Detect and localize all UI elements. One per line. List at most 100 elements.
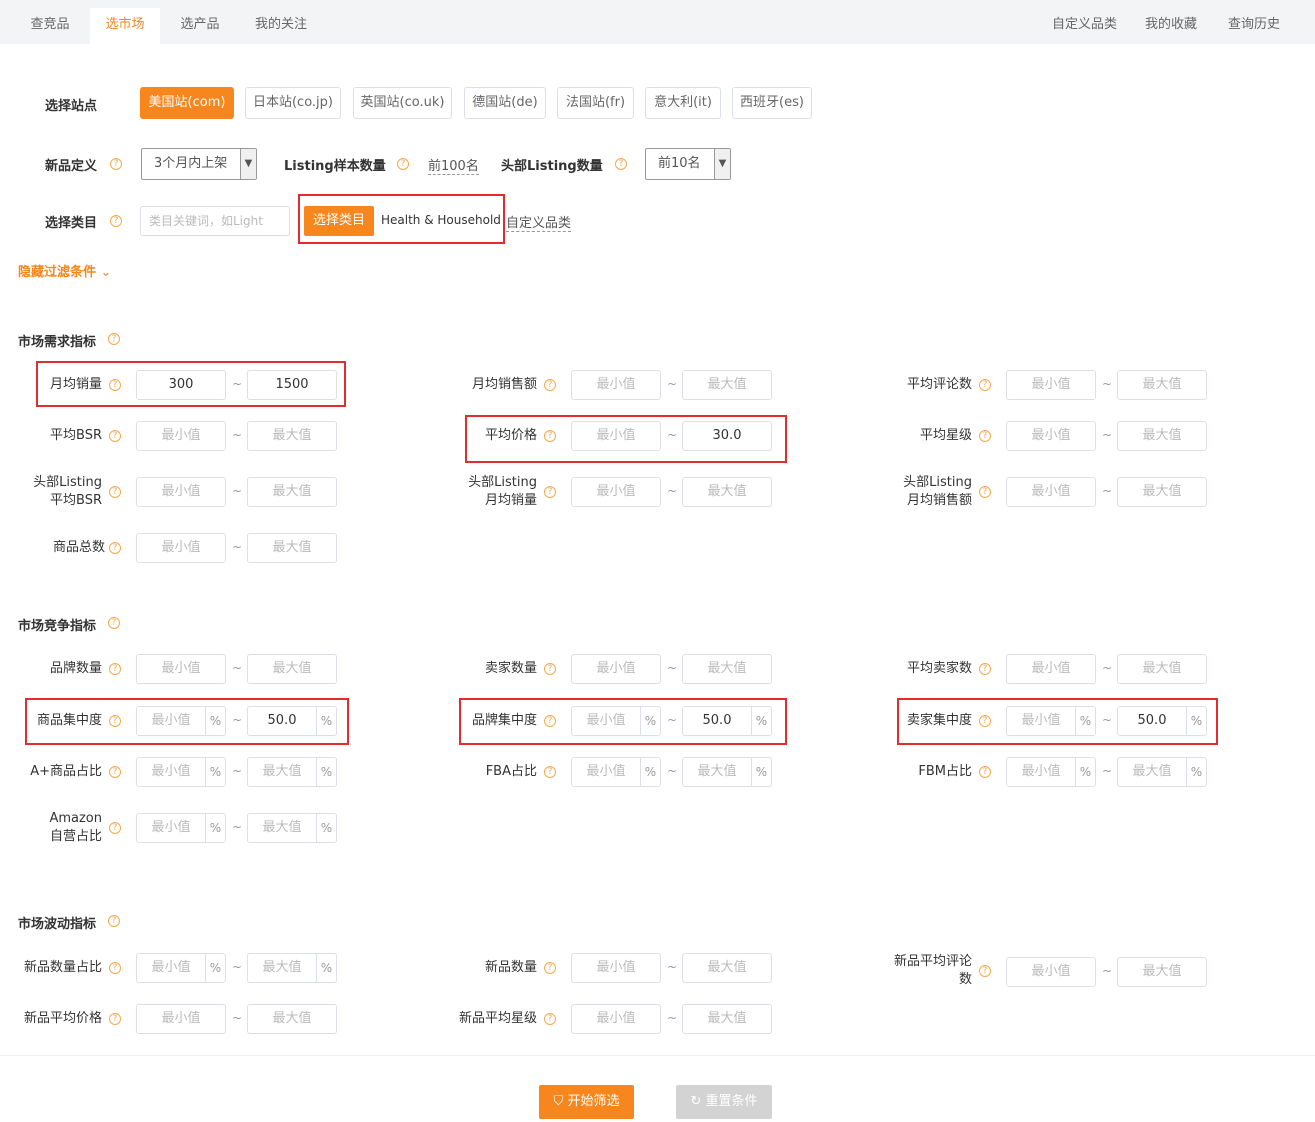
new-ratio-min-input[interactable]: 最小值% — [136, 953, 226, 983]
link-history[interactable]: 查询历史 — [1228, 8, 1280, 42]
aplus-min-input[interactable]: 最小值% — [136, 757, 226, 787]
new-reviews-max-input[interactable]: 最大值 — [1117, 957, 1207, 987]
footer-divider — [0, 1055, 1315, 1056]
help-icon[interactable]: ? — [109, 542, 121, 554]
tab-market[interactable]: 选市场 — [90, 8, 160, 44]
top-sales-min-input[interactable]: 最小值 — [571, 477, 661, 507]
link-favorites[interactable]: 我的收藏 — [1145, 8, 1197, 42]
site-it-button[interactable]: 意大利(it) — [645, 87, 721, 119]
help-icon[interactable]: ? — [979, 965, 991, 977]
avg-reviews-max-input[interactable]: 最大值 — [1117, 370, 1207, 400]
new-count-max-input[interactable]: 最大值 — [682, 953, 772, 983]
aplus-max-input[interactable]: 最大值% — [247, 757, 337, 787]
amazon-max-input[interactable]: 最大值% — [247, 813, 337, 843]
brand-count-max-input[interactable]: 最大值 — [247, 654, 337, 684]
help-icon[interactable]: ? — [109, 486, 121, 498]
site-label: 选择站点 — [45, 99, 98, 114]
help-icon[interactable]: ? — [979, 766, 991, 778]
range-separator: ~ — [232, 1011, 243, 1025]
category-keyword-input[interactable]: 类目关键词，如Light — [140, 206, 290, 236]
new-product-select[interactable]: 3个月内上架 ▼ — [141, 148, 257, 180]
top-sales-max-input[interactable]: 最大值 — [682, 477, 772, 507]
help-icon[interactable]: ? — [110, 158, 122, 170]
new-price-label: 新品平均价格 — [23, 1011, 102, 1026]
tab-competitor[interactable]: 查竞品 — [14, 8, 86, 44]
label-line: 头部Listing — [903, 475, 972, 490]
placeholder: 最小值 — [161, 1011, 201, 1026]
help-icon[interactable]: ? — [979, 663, 991, 675]
site-us-button[interactable]: 美国站(com) — [140, 87, 234, 119]
sample-count-value[interactable]: 前100名 — [428, 155, 479, 175]
total-products-min-input[interactable]: 最小值 — [136, 533, 226, 563]
help-icon[interactable]: ? — [615, 158, 627, 170]
help-icon[interactable]: ? — [108, 333, 120, 345]
site-uk-button[interactable]: 英国站(co.uk) — [353, 87, 452, 119]
help-icon[interactable]: ? — [109, 663, 121, 675]
new-ratio-max-input[interactable]: 最大值% — [247, 953, 337, 983]
fba-min-input[interactable]: 最小值% — [571, 757, 661, 787]
top-revenue-min-input[interactable]: 最小值 — [1006, 477, 1096, 507]
help-icon[interactable]: ? — [110, 215, 122, 227]
avg-rating-min-input[interactable]: 最小值 — [1006, 421, 1096, 451]
tab-product[interactable]: 选产品 — [164, 8, 236, 44]
top-listing-select[interactable]: 前10名 ▼ — [645, 148, 731, 180]
seller-count-min-input[interactable]: 最小值 — [571, 654, 661, 684]
new-count-min-input[interactable]: 最小值 — [571, 953, 661, 983]
total-products-max-input[interactable]: 最大值 — [247, 533, 337, 563]
help-icon[interactable]: ? — [109, 766, 121, 778]
new-price-max-input[interactable]: 最大值 — [247, 1004, 337, 1034]
top-bsr-min-input[interactable]: 最小值 — [136, 477, 226, 507]
new-reviews-min-input[interactable]: 最小值 — [1006, 957, 1096, 987]
avg-bsr-max-input[interactable]: 最大值 — [247, 421, 337, 451]
placeholder: 最小值 — [161, 540, 201, 555]
help-icon[interactable]: ? — [109, 1013, 121, 1025]
amazon-min-input[interactable]: 最小值% — [136, 813, 226, 843]
fbm-min-input[interactable]: 最小值% — [1006, 757, 1096, 787]
site-de-button[interactable]: 德国站(de) — [464, 87, 546, 119]
help-icon[interactable]: ? — [108, 617, 120, 629]
site-es-button[interactable]: 西班牙(es) — [732, 87, 812, 119]
site-jp-button[interactable]: 日本站(co.jp) — [245, 87, 341, 119]
site-fr-button[interactable]: 法国站(fr) — [557, 87, 634, 119]
monthly-revenue-max-input[interactable]: 最大值 — [682, 370, 772, 400]
help-icon[interactable]: ? — [108, 915, 120, 927]
avg-sellers-min-input[interactable]: 最小值 — [1006, 654, 1096, 684]
help-icon[interactable]: ? — [109, 962, 121, 974]
help-icon[interactable]: ? — [544, 962, 556, 974]
custom-category-link[interactable]: 自定义品类 — [506, 212, 572, 232]
range-separator: ~ — [1102, 428, 1113, 442]
help-icon[interactable]: ? — [544, 486, 556, 498]
help-icon[interactable]: ? — [397, 158, 409, 170]
brand-count-min-input[interactable]: 最小值 — [136, 654, 226, 684]
reset-button[interactable]: ↻ 重置条件 — [676, 1085, 772, 1119]
avg-bsr-min-input[interactable]: 最小值 — [136, 421, 226, 451]
percent-unit: % — [316, 758, 336, 786]
new-rating-min-input[interactable]: 最小值 — [571, 1004, 661, 1034]
new-price-min-input[interactable]: 最小值 — [136, 1004, 226, 1034]
avg-rating-max-input[interactable]: 最大值 — [1117, 421, 1207, 451]
link-custom-category[interactable]: 自定义品类 — [1052, 8, 1117, 42]
help-icon[interactable]: ? — [544, 1013, 556, 1025]
help-icon[interactable]: ? — [544, 766, 556, 778]
top-revenue-max-input[interactable]: 最大值 — [1117, 477, 1207, 507]
placeholder: 最小值 — [1031, 377, 1071, 392]
start-filter-button[interactable]: ⛉ 开始筛选 — [539, 1085, 634, 1119]
avg-sellers-max-input[interactable]: 最大值 — [1117, 654, 1207, 684]
seller-count-max-input[interactable]: 最大值 — [682, 654, 772, 684]
fba-max-input[interactable]: 最大值% — [682, 757, 772, 787]
avg-reviews-min-input[interactable]: 最小值 — [1006, 370, 1096, 400]
help-icon[interactable]: ? — [979, 379, 991, 391]
help-icon[interactable]: ? — [544, 663, 556, 675]
help-icon[interactable]: ? — [109, 822, 121, 834]
monthly-revenue-min-input[interactable]: 最小值 — [571, 370, 661, 400]
tab-following[interactable]: 我的关注 — [242, 8, 320, 44]
top-bsr-max-input[interactable]: 最大值 — [247, 477, 337, 507]
placeholder: 最小值 — [596, 661, 636, 676]
help-icon[interactable]: ? — [109, 430, 121, 442]
help-icon[interactable]: ? — [979, 430, 991, 442]
help-icon[interactable]: ? — [979, 486, 991, 498]
hide-filters-toggle[interactable]: 隐藏过滤条件 ⌄ — [18, 261, 111, 280]
new-rating-max-input[interactable]: 最大值 — [682, 1004, 772, 1034]
help-icon[interactable]: ? — [544, 379, 556, 391]
fbm-max-input[interactable]: 最大值% — [1117, 757, 1207, 787]
